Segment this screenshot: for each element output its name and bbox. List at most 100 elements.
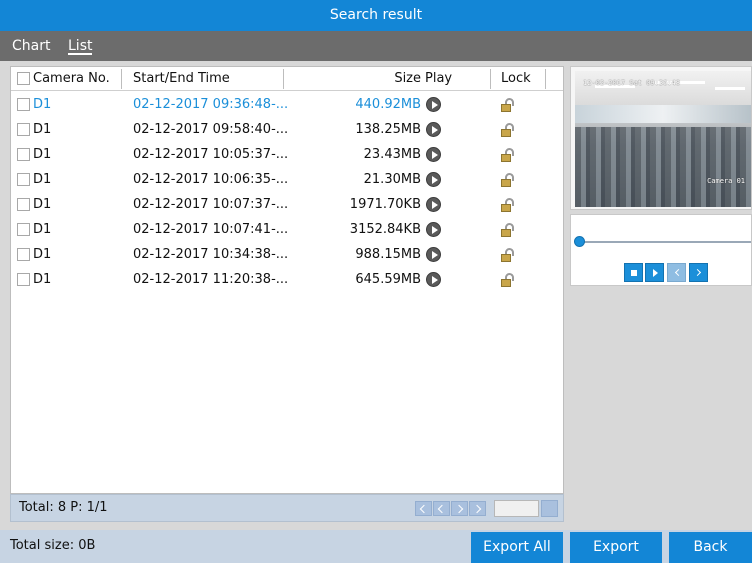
row-size: 138.25MB: [355, 122, 421, 137]
row-size: 440.92MB: [355, 97, 421, 112]
table-header: Camera No. Start/End Time Size Play Lock: [11, 67, 563, 91]
row-time: 02-12-2017 11:20:38-...: [133, 272, 289, 287]
column-divider: [283, 69, 284, 89]
row-checkbox[interactable]: [17, 173, 30, 186]
row-time: 02-12-2017 09:36:48-...: [133, 97, 289, 112]
last-page-icon[interactable]: [469, 501, 486, 516]
play-icon[interactable]: [426, 97, 441, 112]
row-camera: D1: [33, 222, 52, 237]
back-button[interactable]: Back: [669, 532, 752, 563]
row-size: 21.30MB: [363, 172, 421, 187]
progress-slider[interactable]: [574, 236, 585, 247]
lock-icon[interactable]: [501, 198, 515, 212]
lock-icon[interactable]: [501, 173, 515, 187]
progress-track[interactable]: [579, 241, 751, 243]
row-time: 02-12-2017 09:58:40-...: [133, 122, 289, 137]
preview-image: 12-02-2017 Sat 09:36:48 Camera 01: [575, 71, 751, 207]
table-row[interactable]: D1 02-12-2017 09:58:40-... 138.25MB: [11, 117, 563, 142]
tab-list-label: List: [68, 38, 93, 54]
row-checkbox[interactable]: [17, 248, 30, 261]
prev-page-icon[interactable]: [433, 501, 450, 516]
table-row[interactable]: D1 02-12-2017 10:34:38-... 988.15MB: [11, 242, 563, 267]
osd-date: 12-02-2017 Sat 09:36:48: [583, 79, 680, 87]
header-play[interactable]: Play: [425, 67, 452, 91]
table-row[interactable]: D1 02-12-2017 10:05:37-... 23.43MB: [11, 142, 563, 167]
header-time[interactable]: Start/End Time: [133, 67, 230, 91]
row-time: 02-12-2017 10:07:37-...: [133, 197, 289, 212]
go-page-button[interactable]: [541, 500, 558, 517]
play-icon: [653, 269, 658, 277]
table-row[interactable]: D1 02-12-2017 10:06:35-... 21.30MB: [11, 167, 563, 192]
table-row[interactable]: D1 02-12-2017 10:07:41-... 3152.84KB: [11, 217, 563, 242]
row-checkbox[interactable]: [17, 198, 30, 211]
row-camera: D1: [33, 97, 52, 112]
row-camera: D1: [33, 172, 52, 187]
row-size: 988.15MB: [355, 247, 421, 262]
page-number-input[interactable]: [494, 500, 539, 517]
list-footer: Total: 8 P: 1/1: [10, 494, 564, 522]
tab-list[interactable]: List: [68, 31, 93, 61]
play-icon[interactable]: [426, 147, 441, 162]
row-size: 645.59MB: [355, 272, 421, 287]
lock-icon[interactable]: [501, 273, 515, 287]
lock-icon[interactable]: [501, 123, 515, 137]
lock-icon[interactable]: [501, 248, 515, 262]
tab-bar: Chart List: [0, 31, 752, 61]
playback-controls: [570, 214, 752, 286]
table-row[interactable]: D1 02-12-2017 11:20:38-... 645.59MB: [11, 267, 563, 292]
row-size: 1971.70KB: [349, 197, 421, 212]
osd-camera: Camera 01: [707, 177, 745, 185]
bottom-bar: Total size: 0B Export All Export Back: [0, 530, 752, 563]
column-divider: [545, 69, 546, 89]
play-icon[interactable]: [426, 222, 441, 237]
video-preview: 12-02-2017 Sat 09:36:48 Camera 01: [570, 66, 752, 210]
header-lock[interactable]: Lock: [501, 67, 531, 91]
row-checkbox[interactable]: [17, 273, 30, 286]
active-tab-indicator: [68, 53, 93, 55]
window-title: Search result: [0, 0, 752, 31]
row-camera: D1: [33, 197, 52, 212]
row-checkbox[interactable]: [17, 98, 30, 111]
column-divider: [490, 69, 491, 89]
table-row[interactable]: D1 02-12-2017 09:36:48-... 440.92MB: [11, 92, 563, 117]
header-camera[interactable]: Camera No.: [33, 67, 110, 91]
row-size: 3152.84KB: [349, 222, 421, 237]
play-icon[interactable]: [426, 197, 441, 212]
lock-icon[interactable]: [501, 98, 515, 112]
chevron-left-icon: [674, 268, 683, 277]
lock-icon[interactable]: [501, 223, 515, 237]
row-checkbox[interactable]: [17, 148, 30, 161]
row-time: 02-12-2017 10:05:37-...: [133, 147, 289, 162]
first-page-icon[interactable]: [415, 501, 432, 516]
row-time: 02-12-2017 10:34:38-...: [133, 247, 289, 262]
result-list: Camera No. Start/End Time Size Play Lock…: [10, 66, 564, 494]
lock-icon[interactable]: [501, 148, 515, 162]
play-icon[interactable]: [426, 122, 441, 137]
row-camera: D1: [33, 247, 52, 262]
row-size: 23.43MB: [363, 147, 421, 162]
row-time: 02-12-2017 10:07:41-...: [133, 222, 289, 237]
tab-chart[interactable]: Chart: [12, 31, 50, 61]
total-size: Total size: 0B: [10, 538, 96, 553]
export-button[interactable]: Export: [570, 532, 662, 563]
prev-clip-button[interactable]: [667, 263, 686, 282]
next-clip-button[interactable]: [689, 263, 708, 282]
select-all-checkbox[interactable]: [17, 72, 30, 85]
table-row[interactable]: D1 02-12-2017 10:07:37-... 1971.70KB: [11, 192, 563, 217]
stop-icon: [631, 270, 637, 276]
row-camera: D1: [33, 272, 52, 287]
row-camera: D1: [33, 122, 52, 137]
row-checkbox[interactable]: [17, 223, 30, 236]
export-all-button[interactable]: Export All: [471, 532, 563, 563]
row-camera: D1: [33, 147, 52, 162]
play-icon[interactable]: [426, 172, 441, 187]
play-button[interactable]: [645, 263, 664, 282]
next-page-icon[interactable]: [451, 501, 468, 516]
play-icon[interactable]: [426, 247, 441, 262]
row-checkbox[interactable]: [17, 123, 30, 136]
chevron-right-icon: [693, 268, 702, 277]
stop-button[interactable]: [624, 263, 643, 282]
header-size[interactable]: Size: [323, 67, 421, 91]
row-time: 02-12-2017 10:06:35-...: [133, 172, 289, 187]
play-icon[interactable]: [426, 272, 441, 287]
